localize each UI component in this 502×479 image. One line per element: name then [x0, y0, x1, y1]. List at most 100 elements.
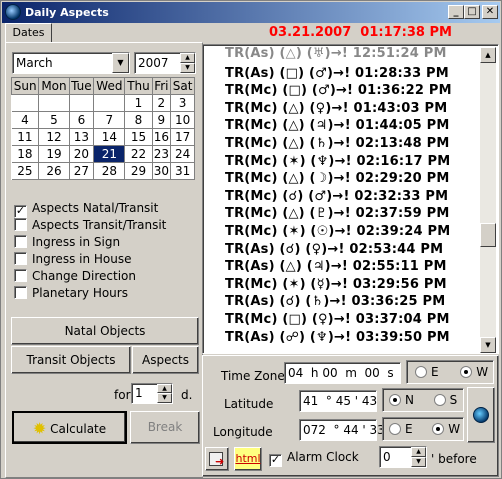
radio-west[interactable] — [460, 366, 473, 378]
spin-up-icon[interactable]: ▲ — [411, 447, 426, 457]
calendar-day[interactable]: 16 — [152, 128, 172, 146]
option-checkbox[interactable]: ✓ Aspects Natal/Transit — [14, 200, 158, 218]
aspects-list[interactable]: TR(As) (△) (♅)→! 12:51:24 PM TR(As) (□) (… — [202, 44, 499, 354]
spin-down-icon[interactable]: ▼ — [180, 63, 195, 73]
aspect-row[interactable]: TR(Mc) (△) (♀)→! 01:43:03 PM — [225, 101, 447, 120]
aspect-row[interactable]: TR(Mc) (△) (♃)→! 01:44:05 PM — [225, 118, 449, 137]
year-spinner[interactable]: 2007 ▲ ▼ — [134, 52, 196, 74]
calendar-day[interactable]: 11 — [11, 128, 40, 146]
calendar-day[interactable]: 28 — [93, 162, 126, 180]
calendar-day[interactable]: 23 — [152, 145, 172, 163]
longitude-field[interactable]: 072 ° 44 ' 33 " — [299, 419, 394, 441]
calendar-day[interactable]: 15 — [124, 128, 153, 146]
calendar-day[interactable]: 14 — [93, 128, 126, 146]
calendar-day[interactable]: 25 — [11, 162, 40, 180]
calendar-day[interactable]: 13 — [69, 128, 95, 146]
aspect-row[interactable]: TR(Mc) (△) (♇)→! 02:37:59 PM — [225, 206, 449, 225]
timezone-field[interactable]: 04 h 00 m 00 s — [284, 362, 401, 384]
calendar-day[interactable]: 17 — [170, 128, 195, 146]
scroll-thumb[interactable] — [480, 223, 496, 247]
aspects-button[interactable]: Aspects — [132, 346, 199, 374]
calendar-day[interactable]: 12 — [38, 128, 70, 146]
month-select[interactable]: March ▼ — [12, 52, 130, 74]
html-export-button[interactable]: html — [234, 447, 262, 471]
aspect-row[interactable]: TR(As) (☌) (♀)→! 02:53:44 PM — [225, 242, 443, 261]
option-checkbox[interactable]: Planetary Hours — [14, 285, 128, 301]
option-checkbox[interactable]: Ingress in House — [14, 251, 132, 267]
calendar-day[interactable]: 20 — [69, 145, 95, 163]
calendar-day[interactable]: 26 — [38, 162, 70, 180]
option-checkbox[interactable]: Ingress in Sign — [14, 234, 120, 250]
aspect-row[interactable]: TR(Mc) (☌) (♂)→! 02:32:33 PM — [225, 189, 448, 208]
checkbox[interactable] — [14, 235, 27, 248]
title-bar[interactable]: Daily Aspects _ □ ✕ — [2, 2, 500, 23]
radio-west[interactable] — [432, 423, 445, 435]
calendar-day[interactable]: 10 — [170, 111, 195, 129]
chevron-down-icon[interactable]: ▼ — [112, 53, 129, 73]
option-checkbox[interactable]: Aspects Transit/Transit — [14, 217, 166, 233]
calendar-day[interactable]: 9 — [152, 111, 172, 129]
aspect-row[interactable]: TR(Mc) (✶) (♆)→! 02:16:17 PM — [225, 154, 450, 173]
calculate-button[interactable]: ✹ Calculate — [12, 411, 127, 444]
aspect-row[interactable]: TR(Mc) (□) (♂)→! 01:36:22 PM — [225, 83, 452, 102]
aspect-row[interactable]: TR(Mc) (✶) (☿)→! 03:29:56 PM — [225, 277, 447, 296]
calendar-day[interactable]: 7 — [93, 111, 126, 129]
calendar-day[interactable]: 29 — [124, 162, 153, 180]
days-spinner[interactable]: 1 ▲ ▼ — [131, 383, 173, 404]
checkbox[interactable]: ✓ — [269, 454, 282, 467]
spin-up-icon[interactable]: ▲ — [180, 53, 195, 63]
minimize-button[interactable]: _ — [448, 5, 464, 19]
calendar-day[interactable]: 1 — [124, 94, 153, 112]
aspect-row[interactable]: TR(Mc) (✶) (☉)→! 02:39:24 PM — [225, 224, 450, 243]
latitude-field[interactable]: 41 ° 45 ' 43 " — [299, 390, 387, 412]
checkbox[interactable] — [14, 252, 27, 265]
calendar-day[interactable]: 31 — [170, 162, 195, 180]
aspect-row[interactable]: TR(As) (△) (♃)→! 02:55:11 PM — [225, 259, 447, 278]
spin-down-icon[interactable]: ▼ — [157, 393, 172, 403]
radio-east[interactable] — [415, 366, 427, 378]
calendar-day[interactable]: 21 — [93, 145, 126, 163]
calendar-day[interactable]: 30 — [152, 162, 172, 180]
radio-north[interactable] — [389, 394, 401, 406]
aspect-row[interactable]: TR(As) (☌) (♄)→! 03:36:25 PM — [225, 294, 445, 313]
alarm-clock-checkbox[interactable]: ✓ Alarm Clock — [269, 449, 359, 467]
aspect-row[interactable]: TR(Mc) (△) (♄)→! 02:13:48 PM — [225, 136, 449, 155]
spin-up-icon[interactable]: ▲ — [157, 384, 172, 393]
scroll-up-icon[interactable]: ▲ — [480, 47, 496, 63]
option-checkbox[interactable]: Change Direction — [14, 268, 136, 284]
close-button[interactable]: ✕ — [482, 5, 498, 19]
calendar-day[interactable]: 19 — [38, 145, 70, 163]
radio-east[interactable] — [389, 423, 401, 435]
aspect-row[interactable]: TR(As) (☍) (♆)→! 03:39:50 PM — [225, 330, 450, 349]
alarm-minutes-spinner[interactable]: 0 ▲ ▼ — [379, 446, 427, 468]
radio-south[interactable] — [433, 394, 446, 406]
aspect-row[interactable]: TR(Mc) (□) (♀)→! 03:37:04 PM — [225, 312, 450, 331]
checkbox[interactable] — [14, 286, 27, 299]
calendar-day[interactable]: 4 — [11, 111, 40, 129]
calendar-day[interactable]: 18 — [11, 145, 40, 163]
aspect-row[interactable]: TR(Mc) (△) (☽)→! 02:29:20 PM — [225, 171, 449, 190]
spin-down-icon[interactable]: ▼ — [411, 457, 426, 467]
location-globe-button[interactable] — [467, 387, 495, 443]
calendar-day[interactable]: 22 — [124, 145, 153, 163]
maximize-button[interactable]: □ — [464, 5, 480, 19]
calendar-day[interactable]: 8 — [124, 111, 153, 129]
aspect-row[interactable]: TR(As) (△) (♅)→! 12:51:24 PM — [225, 46, 447, 65]
calendar-day[interactable]: 5 — [38, 111, 70, 129]
calendar-day[interactable]: 3 — [170, 94, 195, 112]
calendar-day[interactable]: 2 — [152, 94, 172, 112]
calendar-day[interactable]: 6 — [69, 111, 95, 129]
scroll-down-icon[interactable]: ▼ — [480, 337, 496, 353]
calendar-day[interactable]: 27 — [69, 162, 95, 180]
calendar-empty-cell — [11, 94, 40, 112]
transit-objects-button[interactable]: Transit Objects — [11, 346, 131, 374]
export-button[interactable]: ➜ — [205, 447, 229, 471]
checkbox[interactable] — [14, 218, 27, 231]
checkbox[interactable] — [14, 269, 27, 282]
aspect-row[interactable]: TR(As) (□) (♂)→! 01:28:33 PM — [225, 66, 449, 85]
tab-dates[interactable]: Dates — [5, 23, 52, 43]
calendar-day[interactable]: 24 — [170, 145, 195, 163]
natal-objects-button[interactable]: Natal Objects — [11, 317, 199, 345]
vertical-scrollbar[interactable]: ▲ ▼ — [480, 47, 496, 353]
break-button[interactable]: Break — [130, 411, 200, 444]
